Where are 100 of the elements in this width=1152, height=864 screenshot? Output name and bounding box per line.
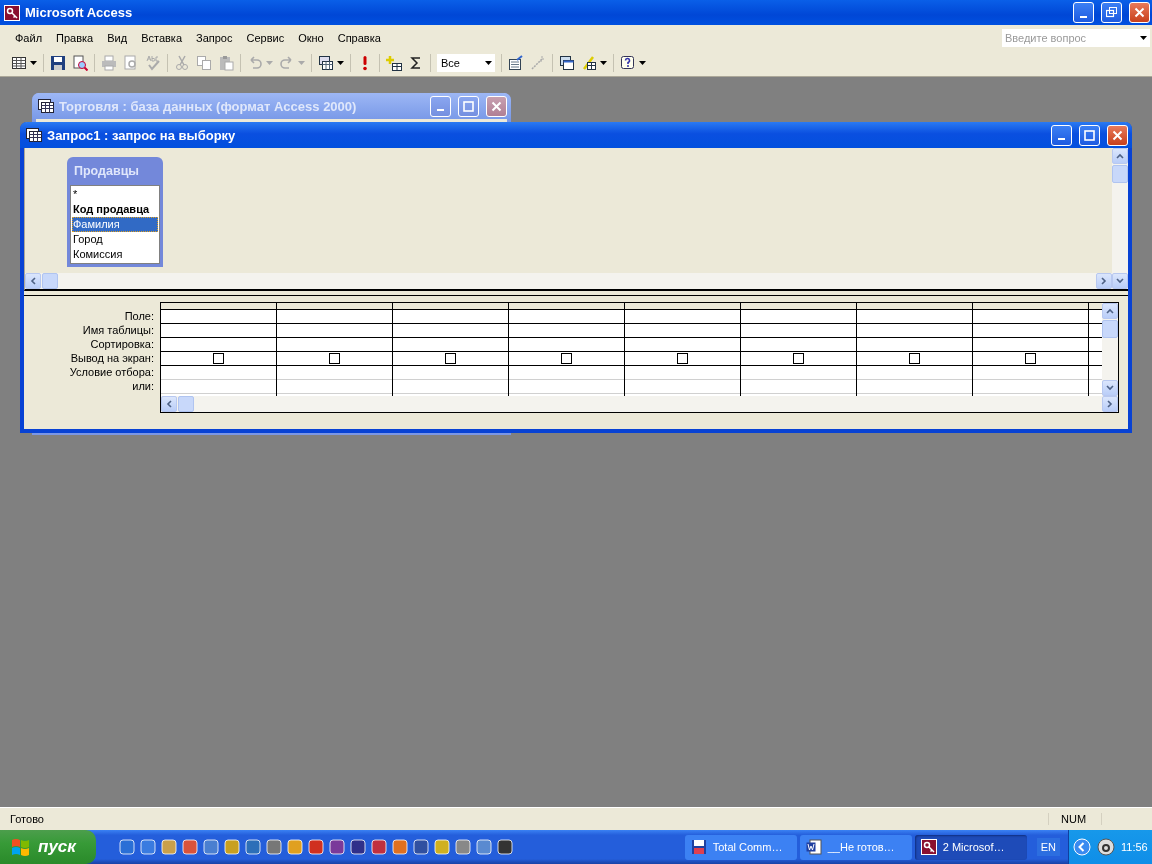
grid-cell[interactable]	[509, 352, 624, 366]
app-icon[interactable]	[202, 838, 220, 856]
app-icon[interactable]	[286, 838, 304, 856]
app-icon[interactable]	[307, 838, 325, 856]
scroll-down-button[interactable]	[1112, 273, 1128, 289]
column-selector[interactable]	[973, 303, 1088, 310]
checkbox[interactable]	[561, 353, 572, 364]
grid-cell[interactable]	[973, 352, 1088, 366]
column-selector[interactable]	[857, 303, 972, 310]
checkbox[interactable]	[1025, 353, 1036, 364]
menu-item[interactable]: Вставка	[134, 29, 189, 46]
column-selector[interactable]	[393, 303, 508, 310]
checkbox[interactable]	[793, 353, 804, 364]
taskbar-button[interactable]: __Не готов…	[799, 834, 912, 860]
table-field-list[interactable]: Продавцы * Код продавца Фамилия Город Комиссия	[67, 157, 163, 267]
minimize-button[interactable]	[1051, 124, 1072, 146]
app-icon[interactable]	[244, 838, 262, 856]
field-item[interactable]: Комиссия	[72, 247, 158, 262]
scroll-left-button[interactable]	[25, 273, 41, 289]
scroll-right-button[interactable]	[1102, 396, 1118, 412]
scroll-thumb[interactable]	[42, 273, 58, 289]
app-icon[interactable]	[328, 838, 346, 856]
checkbox[interactable]	[329, 353, 340, 364]
close-button[interactable]	[1107, 124, 1128, 146]
column-selector[interactable]	[161, 303, 276, 310]
horizontal-scrollbar[interactable]	[25, 273, 1112, 289]
caret-icon	[266, 61, 273, 65]
caret-icon	[337, 61, 344, 65]
app-icon[interactable]	[475, 838, 493, 856]
grid-cell[interactable]	[857, 352, 972, 366]
close-button[interactable]	[1129, 2, 1150, 23]
menu-item[interactable]: Вид	[100, 29, 135, 46]
app-icon[interactable]	[433, 838, 451, 856]
question-field[interactable]: Введите вопрос	[1002, 28, 1136, 47]
app-icon[interactable]	[160, 838, 178, 856]
app-icon[interactable]	[118, 838, 136, 856]
field-item[interactable]: Фамилия	[72, 217, 158, 232]
menu-item[interactable]: Запрос	[189, 29, 240, 46]
menu-item[interactable]: Правка	[49, 29, 101, 46]
column-selector[interactable]	[741, 303, 856, 310]
scroll-thumb[interactable]	[1112, 165, 1128, 183]
maximize-button[interactable]	[1079, 124, 1100, 146]
menu-item[interactable]: Справка	[330, 29, 388, 46]
grid-cell[interactable]	[393, 352, 508, 366]
grid-cell[interactable]	[277, 352, 392, 366]
scroll-thumb[interactable]	[178, 396, 194, 412]
key-icon[interactable]	[4, 4, 20, 21]
tray-app-icon[interactable]	[1097, 838, 1115, 856]
checkbox[interactable]	[677, 353, 688, 364]
vertical-scrollbar[interactable]	[1112, 148, 1128, 289]
app-icon[interactable]	[265, 838, 283, 856]
app-icon[interactable]	[370, 838, 388, 856]
app-icon[interactable]	[223, 838, 241, 856]
window-icon[interactable]	[26, 128, 42, 142]
close-icon	[1112, 129, 1123, 141]
status-text: Готово	[9, 813, 45, 825]
row-label: или:	[131, 379, 155, 393]
taskbar-button[interactable]: 2 Microsof…	[914, 834, 1027, 860]
checkbox[interactable]	[445, 353, 456, 364]
scroll-thumb[interactable]	[1102, 320, 1118, 338]
grid-cell[interactable]	[741, 352, 856, 366]
grid-cell[interactable]	[625, 352, 740, 366]
scroll-up-button[interactable]	[1112, 148, 1128, 164]
field-item[interactable]: Код продавца	[72, 202, 158, 217]
caret-icon	[298, 61, 305, 65]
scroll-down-button[interactable]	[1102, 380, 1118, 396]
checkbox[interactable]	[213, 353, 224, 364]
app-icon[interactable]	[412, 838, 430, 856]
language-indicator[interactable]: EN	[1036, 838, 1060, 856]
field-item[interactable]: Город	[72, 232, 158, 247]
chevron-left-icon[interactable]	[1073, 838, 1091, 856]
app-icon[interactable]	[181, 838, 199, 856]
scroll-up-button[interactable]	[1102, 303, 1118, 319]
app-icon[interactable]	[391, 838, 409, 856]
start-button[interactable]: пуск	[0, 830, 96, 864]
vertical-scrollbar[interactable]	[1102, 303, 1118, 396]
column-selector[interactable]	[509, 303, 624, 310]
menu-item[interactable]: Сервис	[239, 29, 292, 46]
menu-item[interactable]: Окно	[291, 29, 331, 46]
taskbar-button[interactable]: Total Comm…	[684, 834, 797, 860]
scroll-right-button[interactable]	[1096, 273, 1112, 289]
horizontal-scrollbar[interactable]	[161, 396, 1118, 412]
dropdown-button[interactable]	[1136, 28, 1150, 47]
filter-dropdown[interactable]: Все	[437, 54, 495, 72]
app-icon[interactable]	[139, 838, 157, 856]
column-selector[interactable]	[277, 303, 392, 310]
field-item[interactable]: *	[72, 187, 158, 202]
app-icon[interactable]	[349, 838, 367, 856]
app-icon[interactable]	[454, 838, 472, 856]
checkbox[interactable]	[909, 353, 920, 364]
query-design-grid[interactable]	[160, 302, 1119, 413]
minimize-button[interactable]	[1073, 2, 1094, 23]
caret-icon	[600, 61, 607, 65]
column-selector[interactable]	[625, 303, 740, 310]
app-icon[interactable]	[496, 838, 514, 856]
scroll-left-button[interactable]	[161, 396, 177, 412]
grid-cell[interactable]	[161, 352, 276, 366]
menu-item[interactable]: Файл	[8, 29, 50, 46]
restore-button[interactable]	[1101, 2, 1122, 23]
chevron-right-icon	[1106, 400, 1114, 408]
